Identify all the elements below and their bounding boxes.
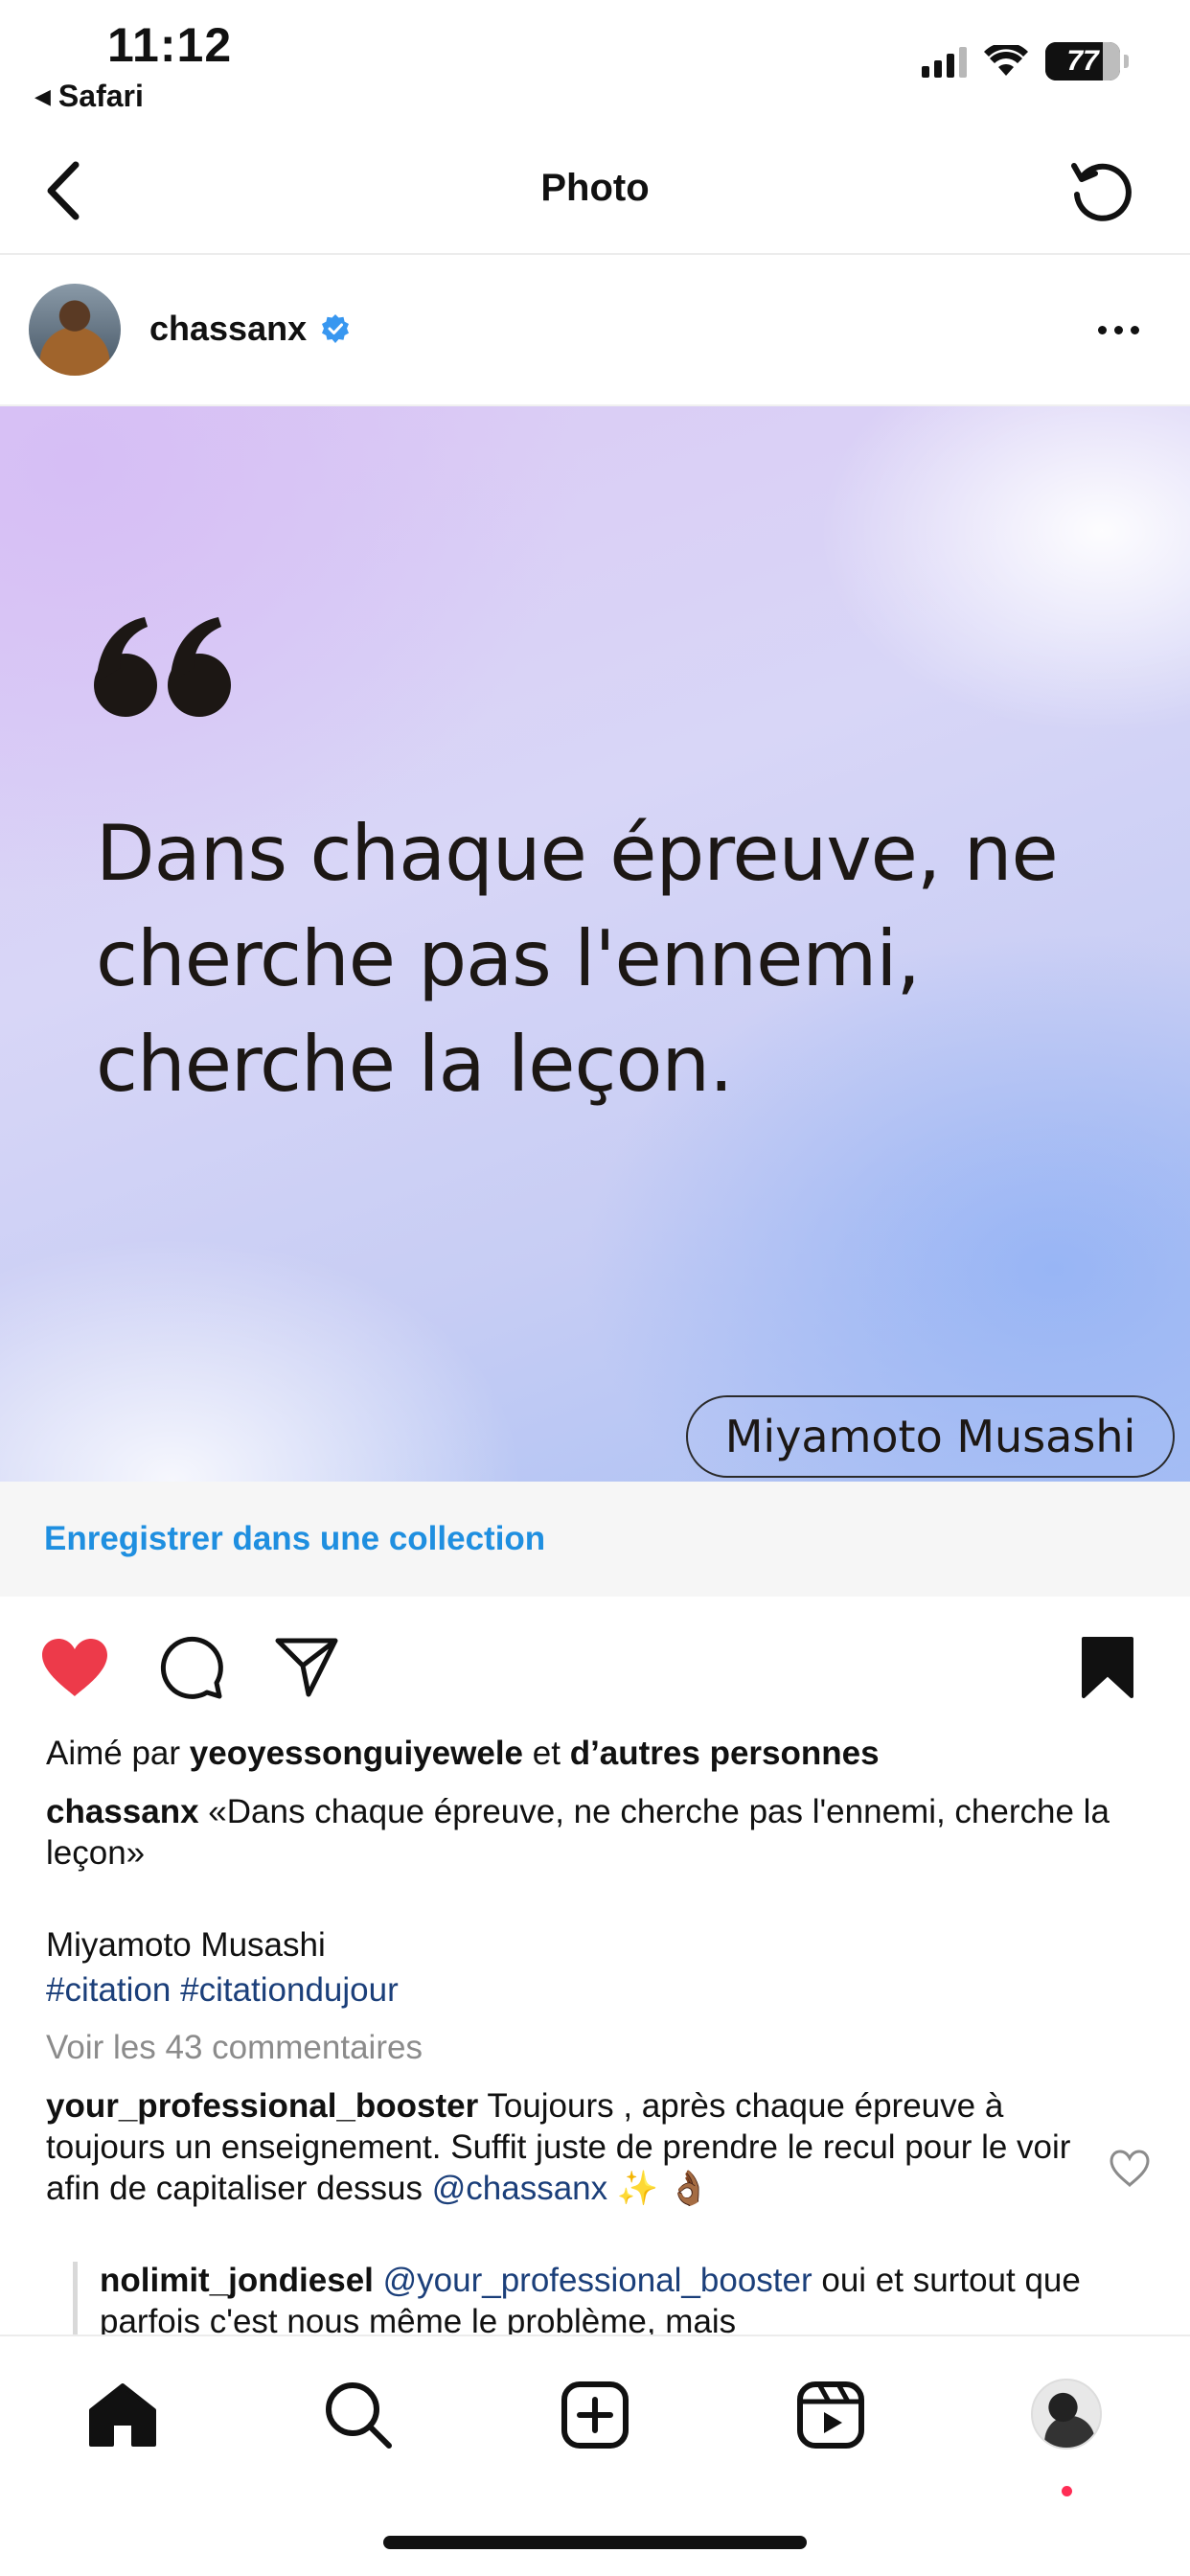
comment-mention[interactable]: @chassanx [432,2170,607,2207]
quote-text: Dans chaque épreuve, ne cherche pas l'en… [96,809,1059,1109]
share-button[interactable] [270,1631,343,1704]
likes-line: Aimé par yeoyessonguiyewele et d’autres … [46,1733,1129,1774]
tab-search[interactable] [318,2375,399,2455]
nav-bar: Photo [0,134,1190,255]
reply-username[interactable]: nolimit_jondiesel [100,2262,374,2299]
comment-username[interactable]: your_professional_booster [46,2087,478,2125]
tab-home[interactable] [82,2375,163,2455]
caption-text: «Dans chaque épreuve, ne cherche pas l'e… [46,1793,1110,1872]
comment-icon [160,1636,223,1699]
status-time: 11:12 [107,18,233,72]
reels-icon [797,2381,864,2449]
heart-filled-icon [42,1639,107,1696]
caption-author: Miyamoto Musashi [46,1926,326,1964]
back-app-label: Safari [57,79,144,113]
hashtag-citation[interactable]: #citation [46,1971,171,2009]
caption-username[interactable]: chassanx [46,1793,199,1830]
comment-emoji: ✨ 👌🏾 [616,2170,710,2207]
reply-thread-line [73,2262,78,2334]
post-username[interactable]: chassanx [149,309,307,349]
battery-icon: 77 [1045,42,1120,80]
likes-and: et [532,1735,561,1772]
search-icon [326,2382,392,2449]
comment-item: your_professional_booster Toujours , apr… [46,2085,1081,2209]
save-to-collection-bar[interactable]: Enregistrer dans une collection [0,1482,1190,1597]
refresh-icon [1071,163,1132,221]
home-indicator [383,2536,807,2549]
caption-hashtags: #citation #citationdujour [46,1969,1129,2011]
send-icon [275,1638,338,1697]
like-button[interactable] [38,1631,111,1704]
save-to-collection-link[interactable]: Enregistrer dans une collection [44,1520,545,1558]
back-to-safari-link[interactable]: ◀ Safari [34,79,144,114]
plus-square-icon [561,2381,629,2449]
user-avatar[interactable] [29,284,121,376]
caption: chassanx «Dans chaque épreuve, ne cherch… [46,1791,1129,1874]
quote-mark-icon [94,617,231,717]
liked-by-user[interactable]: yeoyessonguiyewele [190,1735,523,1772]
wifi-icon [984,45,1028,76]
save-button[interactable] [1071,1631,1144,1704]
comment-like-icon[interactable] [1108,2147,1152,2191]
profile-notification-dot [1062,2486,1072,2496]
post-image[interactable]: Dans chaque épreuve, ne cherche pas l'en… [0,406,1190,1482]
post-header: chassanx [0,255,1190,406]
likes-prefix: Aimé par [46,1735,181,1772]
page-title: Photo [540,167,650,209]
back-triangle-icon: ◀ [34,83,51,108]
reply-mention[interactable]: @your_professional_booster [383,2262,812,2299]
liked-by-others[interactable]: d’autres personnes [570,1735,880,1772]
bookmark-filled-icon [1082,1637,1133,1698]
more-options-button[interactable] [1085,310,1152,349]
tab-create[interactable] [555,2375,635,2455]
verified-badge-icon [322,314,350,343]
post-actions [0,1620,1190,1715]
refresh-button[interactable] [1064,153,1140,230]
status-icons: 77 [922,42,1129,80]
tab-profile-avatar[interactable] [1031,2379,1102,2450]
home-icon [89,2383,156,2447]
cellular-signal-icon [922,45,967,78]
tab-reels[interactable] [790,2375,871,2455]
reply-item: nolimit_jondiesel @your_professional_boo… [100,2260,1096,2334]
post-username-row[interactable]: chassanx [149,309,351,349]
battery-level: 77 [1066,45,1099,77]
view-comments-link[interactable]: Voir les 43 commentaires [46,2027,1129,2068]
status-bar: 11:12 ◀ Safari 77 [0,0,1190,125]
quote-author: Miyamoto Musashi [686,1395,1175,1478]
comment-button[interactable] [155,1631,228,1704]
hashtag-citationdujour[interactable]: #citationdujour [180,1971,399,2009]
